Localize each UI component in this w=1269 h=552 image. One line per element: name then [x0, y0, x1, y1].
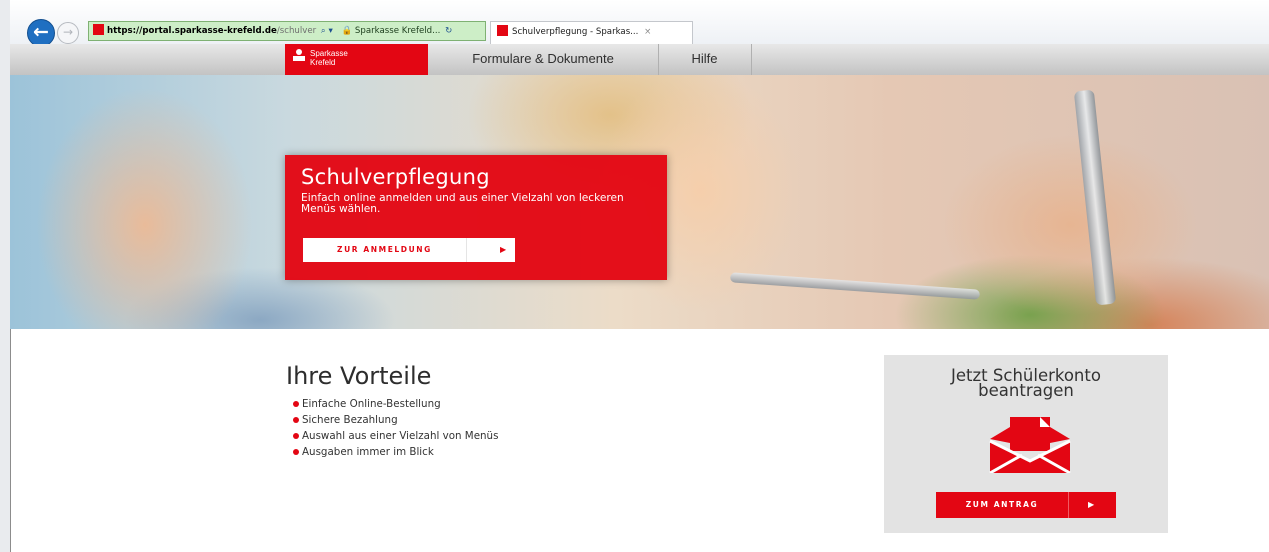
- tab-close-icon[interactable]: ×: [644, 27, 651, 37]
- nav-item-hilfe[interactable]: Hilfe: [658, 44, 752, 75]
- list-item-text: Auswahl aus einer Vielzahl von Menüs: [302, 430, 499, 442]
- play-arrow-icon: ▶: [1088, 500, 1095, 509]
- site-navigation: Sparkasse Krefeld Formulare & Dokumente H…: [10, 44, 1269, 76]
- schuelerkonto-box: Jetzt Schülerkonto beantragen ZUM ANTRAG …: [884, 355, 1168, 533]
- play-arrow-icon: ▶: [500, 245, 507, 254]
- nav-item-formulare[interactable]: Formulare & Dokumente: [428, 44, 659, 75]
- back-arrow-icon: ←: [33, 21, 49, 43]
- bullet-icon: [293, 433, 299, 439]
- brand-name: Sparkasse Krefeld: [310, 49, 348, 67]
- hero-photo-fork: [1073, 89, 1117, 306]
- address-bar[interactable]: https://portal.sparkasse-krefeld.de/schu…: [88, 21, 486, 41]
- address-url: https://portal.sparkasse-krefeld.de/schu…: [107, 26, 316, 36]
- schuelerkonto-heading-line-2: beantragen: [978, 381, 1074, 400]
- bullet-icon: [293, 401, 299, 407]
- forward-button[interactable]: →: [57, 22, 79, 44]
- hero-banner: Schulverpflegung Einfach online anmelden…: [10, 75, 1269, 329]
- address-url-path: /schulver: [276, 26, 317, 36]
- vorteile-list: Einfache Online-Bestellung Sichere Bezah…: [293, 396, 498, 460]
- address-url-host: https://portal.sparkasse-krefeld.de: [107, 26, 277, 36]
- sparkasse-logo[interactable]: Sparkasse Krefeld: [285, 44, 428, 75]
- sparkasse-s-logo-icon: [293, 49, 305, 61]
- list-item-text: Ausgaben immer im Blick: [302, 446, 434, 458]
- list-item: Einfache Online-Bestellung: [293, 396, 498, 412]
- list-item: Sichere Bezahlung: [293, 412, 498, 428]
- sparkasse-favicon-icon: [93, 24, 104, 35]
- bullet-icon: [293, 417, 299, 423]
- brand-line-2: Krefeld: [310, 58, 336, 67]
- zur-anmeldung-button[interactable]: ZUR ANMELDUNG ▶: [303, 238, 515, 262]
- zur-anmeldung-label: ZUR ANMELDUNG: [303, 238, 467, 262]
- hero-promo-box: Schulverpflegung Einfach online anmelden…: [285, 155, 667, 280]
- hero-subtitle: Einfach online anmelden und aus einer Vi…: [301, 192, 624, 215]
- vorteile-heading: Ihre Vorteile: [286, 362, 432, 390]
- list-item-text: Sichere Bezahlung: [302, 414, 398, 426]
- envelope-icon: [989, 417, 1071, 473]
- schuelerkonto-heading: Jetzt Schülerkonto beantragen: [884, 367, 1168, 400]
- address-search-controls[interactable]: ⌕ ▾: [321, 26, 333, 36]
- forward-arrow-icon: →: [62, 25, 74, 39]
- list-item-text: Einfache Online-Bestellung: [302, 398, 441, 410]
- tab-favicon-icon: [497, 25, 508, 36]
- back-button[interactable]: ←: [27, 19, 55, 47]
- list-item: Auswahl aus einer Vielzahl von Menüs: [293, 428, 498, 444]
- list-item: Ausgaben immer im Blick: [293, 444, 498, 460]
- browser-tab[interactable]: Schulverpflegung - Sparkas... ×: [490, 21, 693, 44]
- tab-title: Schulverpflegung - Sparkas...: [512, 27, 639, 37]
- browser-toolbar: ← → https://portal.sparkasse-krefeld.de/…: [10, 0, 1269, 47]
- zum-antrag-label: ZUM ANTRAG: [936, 492, 1069, 518]
- hero-photo-knife: [729, 272, 981, 300]
- brand-line-1: Sparkasse: [310, 49, 348, 58]
- refresh-icon[interactable]: ↻: [445, 26, 452, 36]
- bullet-icon: [293, 449, 299, 455]
- zum-antrag-button[interactable]: ZUM ANTRAG ▶: [936, 492, 1116, 518]
- hero-title: Schulverpflegung: [301, 165, 490, 189]
- site-identity[interactable]: 🔒 Sparkasse Krefeld...: [342, 26, 441, 36]
